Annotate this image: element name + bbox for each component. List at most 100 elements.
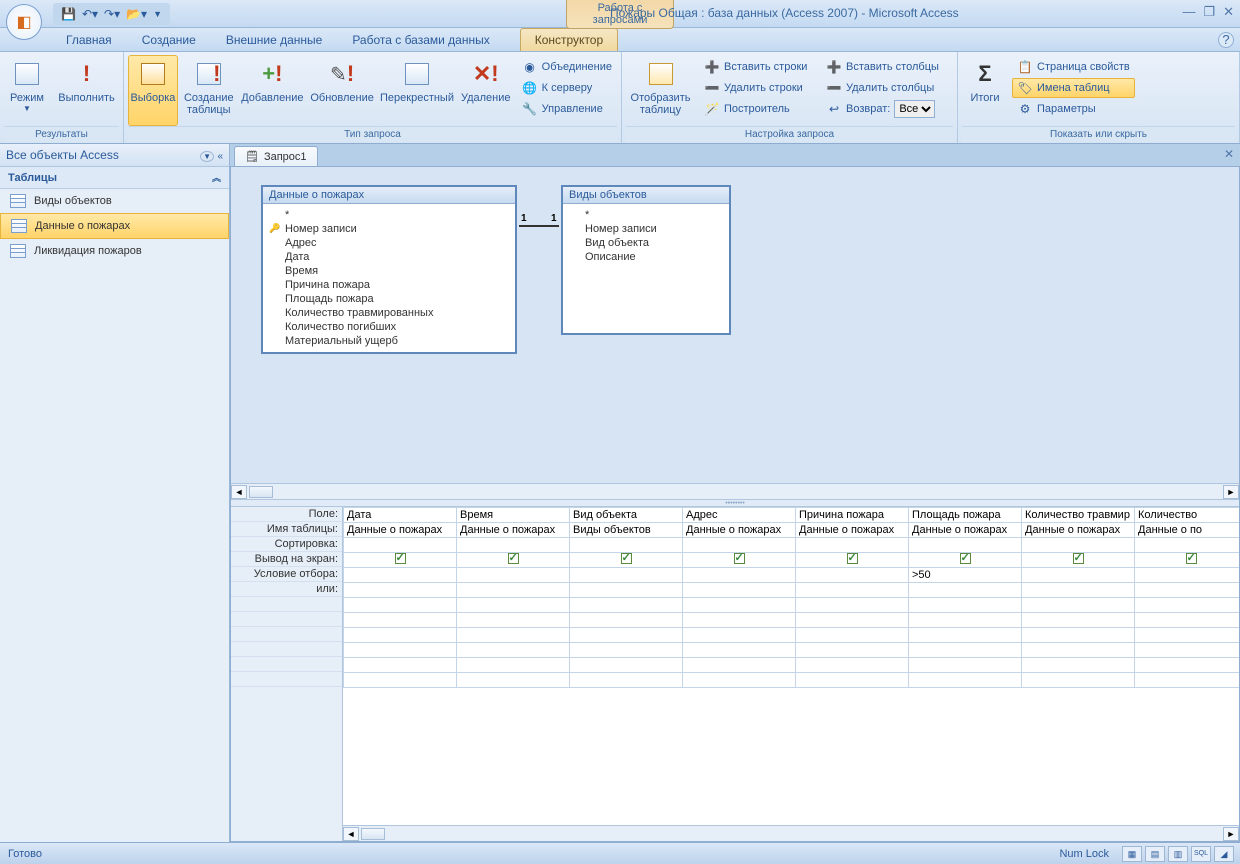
table-diagram-pane[interactable]: Данные о пожарах *Номер записиАдресДатаВ… [231,167,1239,499]
grid-cell[interactable] [909,538,1022,553]
grid-cell[interactable] [457,628,570,643]
return-select[interactable]: Все [894,100,935,118]
grid-cell[interactable] [909,553,1022,568]
scroll-thumb[interactable] [249,486,273,498]
totals-button[interactable]: Σ Итоги [962,55,1008,126]
datadef-button[interactable]: 🔧Управление [517,99,617,119]
table-box-fires[interactable]: Данные о пожарах *Номер записиАдресДатаВ… [261,185,517,354]
showtable-button[interactable]: Отобразить таблицу [626,55,695,126]
show-checkbox[interactable] [1073,553,1084,564]
grid-cell[interactable] [796,658,909,673]
view-design-button[interactable]: ◢ [1214,846,1234,862]
redo-icon[interactable]: ↷▾ [104,7,120,21]
show-checkbox[interactable] [508,553,519,564]
scroll-left-icon[interactable]: ◄ [231,485,247,499]
dropdown-icon[interactable]: ▼ [200,151,214,162]
grid-cell[interactable] [683,643,796,658]
field[interactable]: Количество травмированных [269,306,509,320]
crosstab-button[interactable]: Перекрестный [379,55,455,126]
grid-cell[interactable] [457,598,570,613]
passthrough-button[interactable]: 🌐К серверу [517,78,617,98]
nav-item-0[interactable]: Виды объектов [0,189,229,213]
grid-cell[interactable] [570,568,683,583]
field[interactable]: Адрес [269,236,509,250]
grid-cell[interactable] [570,538,683,553]
table-box-types[interactable]: Виды объектов *Номер записиВид объектаОп… [561,185,731,335]
grid-cell[interactable]: Данные о пожарах [1022,523,1135,538]
grid-cell[interactable] [1022,583,1135,598]
undo-icon[interactable]: ↶▾ [82,7,98,21]
grid-cell[interactable]: Данные о по [1135,523,1240,538]
grid-cell[interactable] [457,583,570,598]
grid-cell[interactable]: Вид объекта [570,508,683,523]
view-datasheet-button[interactable]: ▦ [1122,846,1142,862]
grid-cell[interactable]: Данные о пожарах [683,523,796,538]
grid-cell[interactable] [570,628,683,643]
field[interactable]: Количество погибших [269,320,509,334]
grid-cell[interactable] [570,673,683,688]
grid-cell[interactable] [344,598,457,613]
grid-cell[interactable] [1022,673,1135,688]
grid-cell[interactable] [344,538,457,553]
grid-cell[interactable] [909,598,1022,613]
grid-cell[interactable] [457,643,570,658]
grid-cell[interactable] [1135,628,1240,643]
grid-cell[interactable]: Площадь пожара [909,508,1022,523]
delete-cols-button[interactable]: ➖Удалить столбцы [821,78,953,98]
grid-cell[interactable]: Данные о пожарах [457,523,570,538]
grid-cell[interactable] [683,613,796,628]
maketable-button[interactable]: ! Создание таблицы [182,55,236,126]
grid-cell[interactable] [1022,598,1135,613]
show-checkbox[interactable] [734,553,745,564]
grid-cell[interactable] [909,628,1022,643]
field[interactable]: Описание [569,250,723,264]
grid-cell[interactable] [1135,643,1240,658]
grid-cell[interactable] [570,583,683,598]
collapse-icon[interactable]: « [217,151,223,162]
tablenames-button[interactable]: 🏷Имена таблиц [1012,78,1135,98]
grid-cell[interactable] [683,598,796,613]
tab-design[interactable]: Конструктор [520,28,618,51]
nav-item-1[interactable]: Данные о пожарах [0,213,229,239]
grid-cell[interactable] [570,598,683,613]
help-button[interactable]: ? [1218,32,1234,48]
tab-create[interactable]: Создание [128,29,210,51]
grid-cell[interactable] [344,583,457,598]
grid-cell[interactable] [1135,538,1240,553]
grid-cell[interactable] [1135,598,1240,613]
view-button[interactable]: Режим▼ [4,55,50,126]
grid-cell[interactable] [570,553,683,568]
nav-group-tables[interactable]: Таблицы︽ [0,167,229,189]
grid-cell[interactable] [909,643,1022,658]
grid-cell[interactable]: Количество [1135,508,1240,523]
scroll-left-icon[interactable]: ◄ [343,827,359,841]
show-checkbox[interactable] [1186,553,1197,564]
field[interactable]: Номер записи [569,222,723,236]
delete-rows-button[interactable]: ➖Удалить строки [699,78,817,98]
restore-button[interactable]: ❐ [1203,4,1215,20]
grid-cell[interactable] [796,553,909,568]
view-sql-button[interactable]: SQL [1191,846,1211,862]
grid-cell[interactable] [796,643,909,658]
view-pivot-button[interactable]: ▤ [1145,846,1165,862]
nav-item-2[interactable]: Ликвидация пожаров [0,239,229,263]
grid-cell[interactable] [457,658,570,673]
field[interactable]: Причина пожара [269,278,509,292]
insert-cols-button[interactable]: ➕Вставить столбцы [821,57,953,77]
open-icon[interactable]: 📂▾ [126,7,147,21]
office-button[interactable]: ◧ [6,4,42,40]
grid-cell[interactable] [1135,613,1240,628]
tab-dbtool[interactable]: Работа с базами данных [338,29,503,51]
grid-cell[interactable] [909,613,1022,628]
grid-cell[interactable] [344,628,457,643]
grid-cell[interactable]: >50 [909,568,1022,583]
grid-cell[interactable] [1022,658,1135,673]
grid-cell[interactable]: Данные о пожарах [909,523,1022,538]
grid-cell[interactable] [796,583,909,598]
grid-cell[interactable] [1135,553,1240,568]
show-checkbox[interactable] [395,553,406,564]
grid-cell[interactable] [796,598,909,613]
grid-cell[interactable] [796,538,909,553]
show-checkbox[interactable] [847,553,858,564]
close-button[interactable]: ✕ [1223,4,1234,20]
